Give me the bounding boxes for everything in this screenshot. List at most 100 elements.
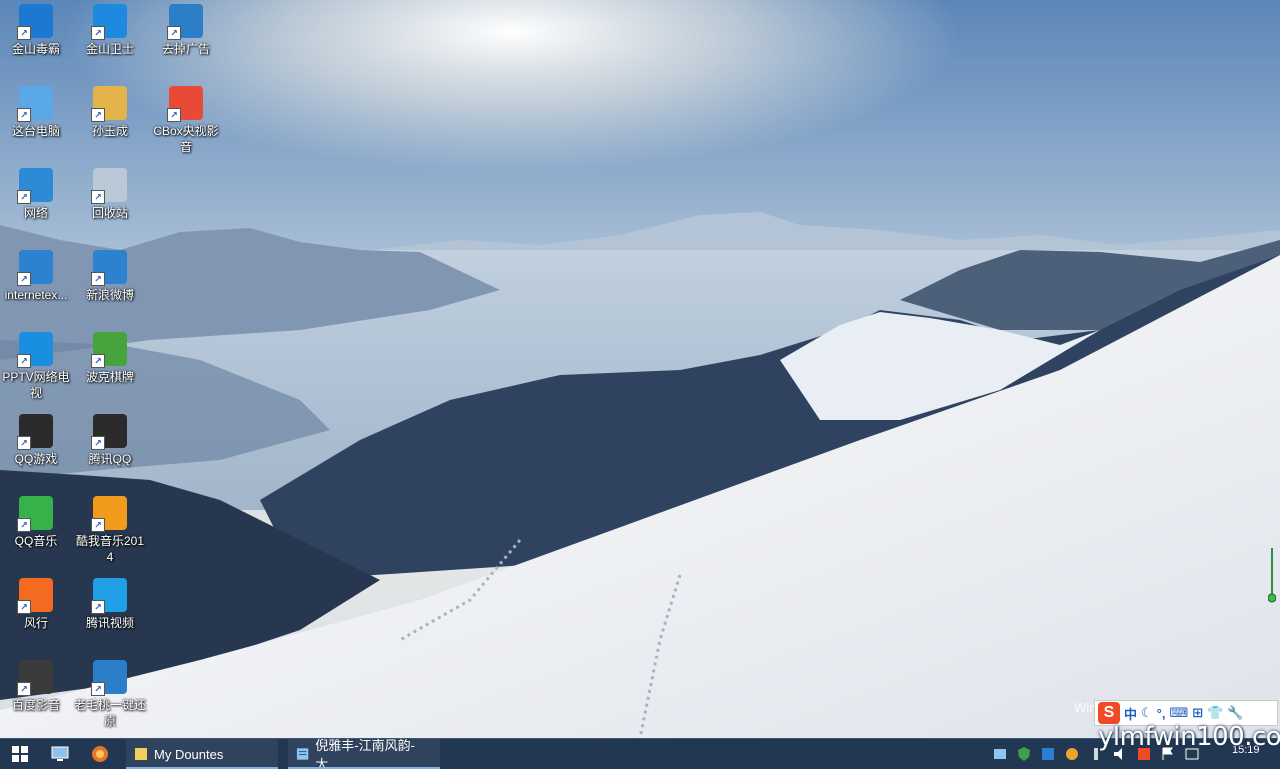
recycle-bin-icon: ↗ [91,168,127,204]
shortcut-arrow-icon: ↗ [17,26,31,40]
shortcut-arrow-icon: ↗ [91,518,105,532]
tray-app-icon[interactable] [1064,746,1080,762]
ime-punctuation-icon[interactable]: °, [1157,706,1166,721]
desktop-icon-label: 金山毒霸 [11,42,60,56]
ime-mode-toggle[interactable]: 中 [1124,704,1137,723]
shortcut-arrow-icon: ↗ [17,436,31,450]
desktop-icon[interactable]: ↗ 腾讯视频 [74,578,146,631]
desktop-icon[interactable]: ↗ 酷我音乐2014 [74,496,146,565]
desktop-icon[interactable]: ↗ 孙玉成 [74,86,146,139]
desktop-icon[interactable]: ↗ CBox央视影音 [150,86,222,155]
ime-settings-icon[interactable]: 🔧 [1227,705,1243,721]
desktop-icon-label: PPTV网络电视 [2,370,70,400]
document-icon [296,748,309,760]
program-icon: ↗ [167,4,203,40]
desktop-icon-label: 风行 [23,616,48,630]
taskbar-item-folder[interactable]: My Dountes [126,739,278,769]
music-icon: ↗ [17,496,53,532]
ie-icon: ↗ [17,250,53,286]
desktop-icon[interactable]: ↗ 新浪微博 [74,250,146,303]
desktop-icon[interactable]: ↗ 去掉广告 [150,4,222,57]
desktop-icon-label: 老毛桃一键还原 [74,698,147,728]
desktop-icon[interactable]: ↗ 风行 [0,578,72,631]
shortcut-arrow-icon: ↗ [91,600,105,614]
shortcut-arrow-icon: ↗ [167,108,181,122]
desktop-icon[interactable]: ↗ 金山毒霸 [0,4,72,57]
desktop-icon[interactable]: ↗ 网络 [0,168,72,221]
taskbar-item-document[interactable]: 倪雅丰-江南风韵-太... [288,738,440,772]
browser-pinned-button[interactable] [84,739,116,769]
desktop-icon-label: 新浪微博 [85,288,134,302]
desktop-icon-label: 百度影音 [11,698,60,712]
browser-icon [92,746,108,762]
task-view-button[interactable] [44,739,76,769]
shortcut-arrow-icon: ↗ [91,272,105,286]
desktop-icon[interactable]: ↗ 百度影音 [0,660,72,713]
desktop-icon-label: internetex... [4,288,68,302]
desktop-icon-label: 回收站 [91,206,128,220]
shortcut-arrow-icon: ↗ [17,518,31,532]
desktop-icon[interactable]: ↗ 金山卫士 [74,4,146,57]
shortcut-arrow-icon: ↗ [17,354,31,368]
site-watermark: ylmfwin100.com [1098,722,1280,752]
film-reel-icon: ↗ [17,660,53,696]
shortcut-arrow-icon: ↗ [17,600,31,614]
computer-icon: ↗ [17,86,53,122]
shortcut-arrow-icon: ↗ [17,682,31,696]
desktop-icon-label: 网络 [23,206,48,220]
desktop-icon[interactable]: ↗ 腾讯QQ [74,414,146,467]
volume-slider[interactable] [1268,548,1276,604]
desktop-icon-label: 腾讯QQ [88,452,132,466]
monitor-icon [51,746,69,761]
shortcut-arrow-icon: ↗ [91,190,105,204]
desktop-icon[interactable]: ↗ PPTV网络电视 [0,332,72,401]
shortcut-arrow-icon: ↗ [167,26,181,40]
desktop-icon[interactable]: ↗ QQ游戏 [0,414,72,467]
desktop-icon-label: 波克棋牌 [85,370,134,384]
ime-moon-icon[interactable]: ☾ [1141,705,1153,721]
kuwo-icon: ↗ [91,496,127,532]
desktop-icon[interactable]: ↗ 老毛桃一键还原 [74,660,146,729]
shortcut-arrow-icon: ↗ [91,436,105,450]
ime-keyboard-icon[interactable]: ⌨ [1169,705,1188,721]
tray-antivirus-icon[interactable] [1040,746,1056,762]
taskbar-item-label: 倪雅丰-江南风韵-太... [315,738,415,772]
shortcut-arrow-icon: ↗ [91,354,105,368]
folder-icon [135,748,147,760]
shortcut-arrow-icon: ↗ [17,272,31,286]
desktop-icon-label: 腾讯视频 [85,616,134,630]
shortcut-arrow-icon: ↗ [91,26,105,40]
desktop-icon[interactable]: ↗ 波克棋牌 [74,332,146,385]
ie-icon: ↗ [91,250,127,286]
desktop-icon[interactable]: ↗ internetex... [0,250,72,303]
shortcut-arrow-icon: ↗ [17,108,31,122]
funshion-icon: ↗ [17,578,53,614]
shortcut-arrow-icon: ↗ [17,190,31,204]
desktop-icon[interactable]: ↗ QQ音乐 [0,496,72,549]
desktop-icon[interactable]: ↗ 这台电脑 [0,86,72,139]
desktop-icon-label: 孙玉成 [91,124,128,138]
game-icon: ↗ [91,332,127,368]
desktop-icon-label: 去掉广告 [161,42,210,56]
desktop-icon-label: QQ游戏 [14,452,58,466]
video-play-icon: ↗ [91,578,127,614]
shortcut-arrow-icon: ↗ [91,108,105,122]
taskbar-item-label: My Dountes [154,746,224,762]
ime-grid-icon[interactable]: ⊞ [1192,705,1203,721]
tray-shield-icon[interactable] [1016,746,1032,762]
sogou-logo-icon[interactable]: S [1098,702,1120,724]
cbox-icon: ↗ [167,86,203,122]
ime-skin-icon[interactable]: 👕 [1207,705,1223,721]
qq-penguin-icon: ↗ [91,414,127,450]
shortcut-arrow-icon: ↗ [91,682,105,696]
taskbar: My Dountes 倪雅丰-江南风韵-太... [0,738,1280,772]
desktop-icon[interactable]: ↗ 回收站 [74,168,146,221]
desktop-icon-label: CBox央视影音 [153,124,219,154]
desktop-icon-label: 这台电脑 [11,124,60,138]
desktop-icon-label: 酷我音乐2014 [75,534,145,564]
tray-network-icon[interactable] [992,746,1008,762]
desktop-icon-label: QQ音乐 [14,534,58,548]
start-button[interactable] [4,739,36,769]
shield-icon: ↗ [91,4,127,40]
user-folder-icon: ↗ [91,86,127,122]
